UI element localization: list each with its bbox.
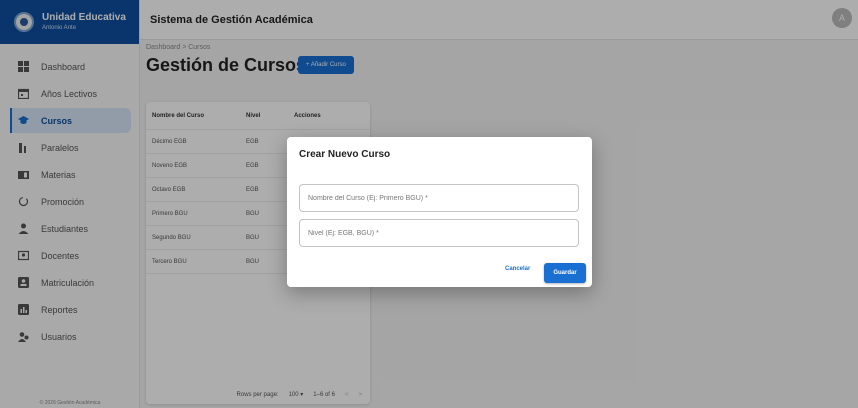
cancel-button[interactable]: Cancelar: [505, 266, 530, 272]
course-name-input[interactable]: [299, 184, 579, 212]
dialog-title: Crear Nuevo Curso: [299, 149, 391, 160]
create-course-dialog: Crear Nuevo Curso Cancelar Guardar: [287, 137, 592, 287]
save-button[interactable]: Guardar: [544, 263, 586, 283]
course-level-input[interactable]: [299, 219, 579, 247]
